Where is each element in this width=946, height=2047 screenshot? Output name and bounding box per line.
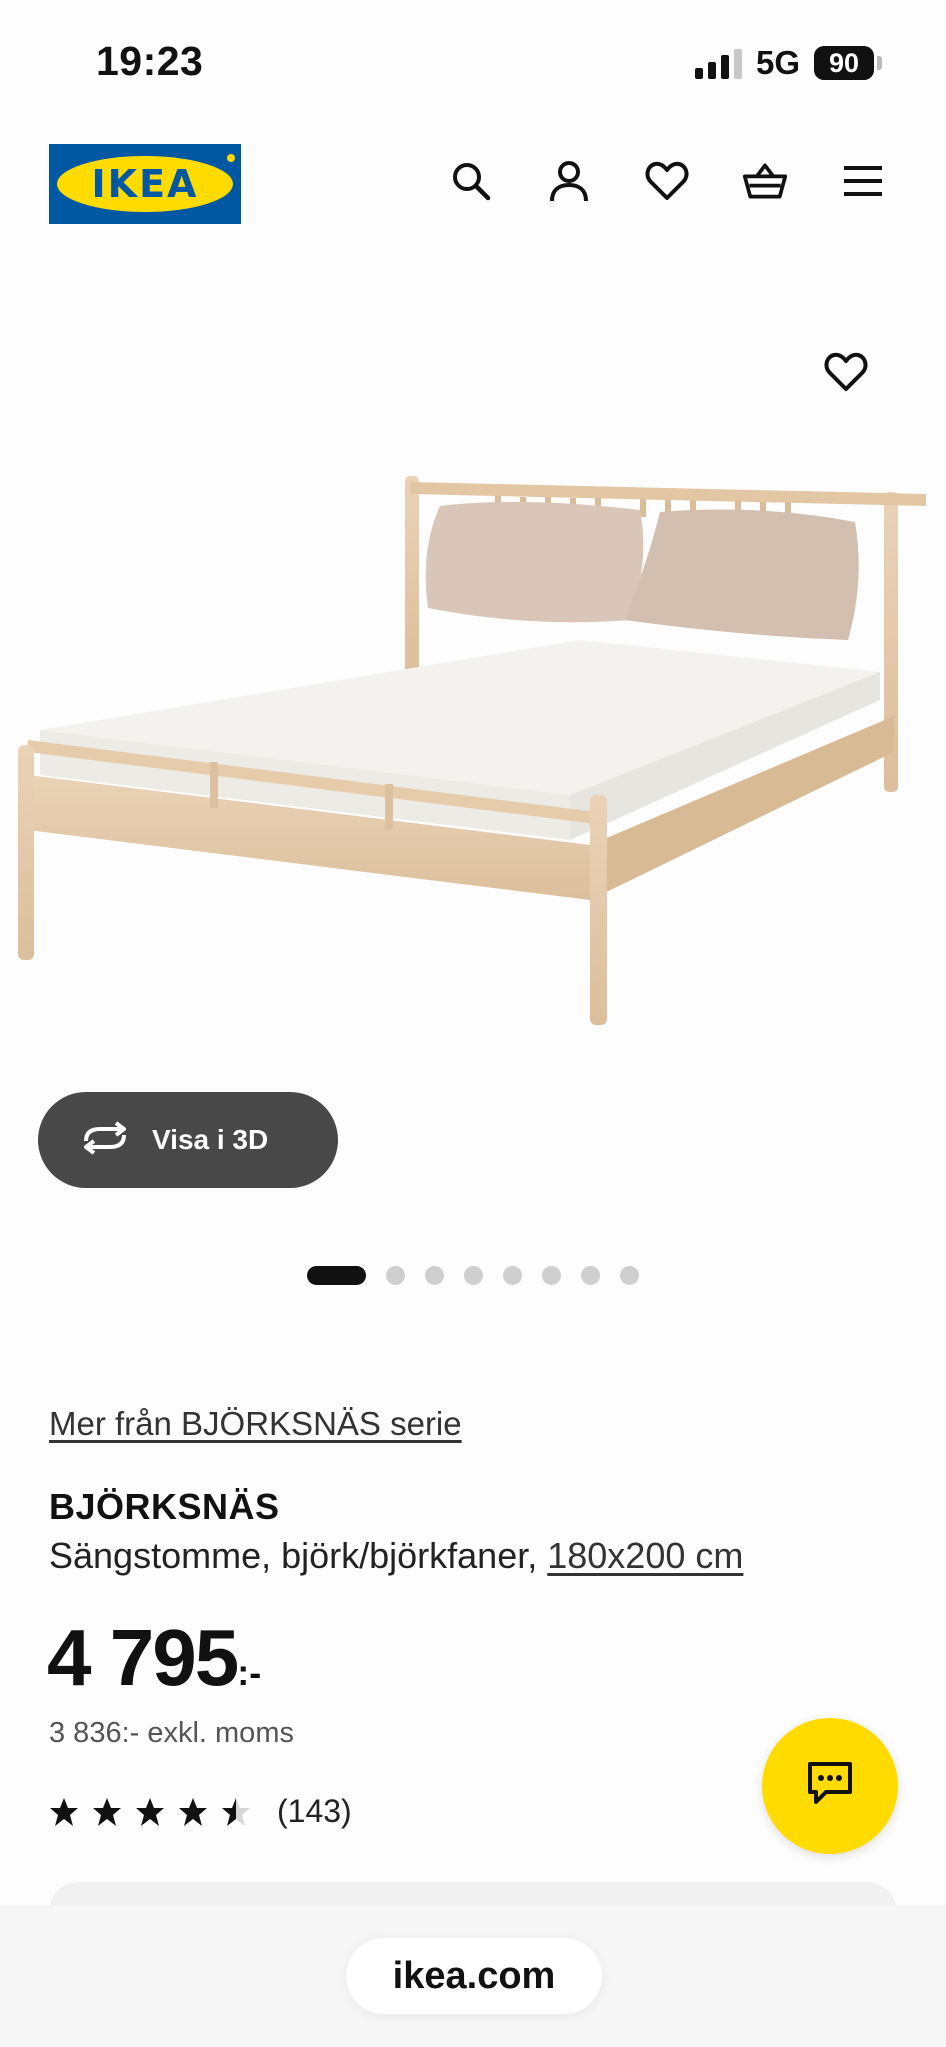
battery-icon: 90 [814,46,882,80]
product-rating[interactable]: (143) [49,1793,352,1830]
browser-url: ikea.com [392,1954,556,1997]
header-actions [448,158,886,204]
product-type: Sängstomme, björk/björkfaner, [49,1535,548,1576]
battery-level: 90 [814,46,874,80]
heart-icon[interactable] [644,158,690,204]
carousel-dot[interactable] [425,1266,444,1285]
carousel-dot[interactable] [542,1266,561,1285]
image-carousel-dots [307,1266,639,1285]
add-to-favourites-icon[interactable] [824,352,878,402]
star-icon [50,1797,78,1826]
search-icon[interactable] [448,158,494,204]
rotate-3d-icon [80,1120,130,1160]
carousel-dot[interactable] [307,1266,366,1285]
star-icon [93,1797,121,1826]
view-in-3d-button[interactable]: Visa i 3D [38,1092,338,1188]
menu-icon[interactable] [840,158,886,204]
rating-count: (143) [277,1793,352,1829]
carousel-dot[interactable] [581,1266,600,1285]
price-excl-vat: 3 836:- exkl. moms [49,1717,294,1749]
product-description: Sängstomme, björk/björkfaner, 180x200 cm [49,1535,743,1577]
star-icon [179,1797,207,1826]
rating-stars [49,1797,251,1827]
account-icon[interactable] [546,158,592,204]
carousel-dot[interactable] [386,1266,405,1285]
carousel-dot[interactable] [464,1266,483,1285]
status-indicators: 5G 90 [694,44,882,82]
star-icon [136,1797,164,1826]
carousel-dot[interactable] [620,1266,639,1285]
basket-icon[interactable] [742,158,788,204]
status-time: 19:23 [96,38,204,84]
status-bar: 19:23 5G 90 [0,0,946,120]
view-in-3d-label: Visa i 3D [152,1124,269,1155]
signal-icon [694,47,742,79]
product-price: 4 795 :- [47,1612,261,1704]
price-amount: 4 795 [47,1613,239,1702]
series-link[interactable]: Mer från BJÖRKSNÄS serie [49,1405,462,1443]
half-star-icon [222,1797,250,1826]
network-type: 5G [755,44,800,81]
logo-text: IKEA [91,162,199,206]
price-suffix: :- [237,1652,262,1693]
product-name: BJÖRKSNÄS [49,1486,280,1527]
ikea-logo[interactable]: IKEA [49,144,241,224]
carousel-dot[interactable] [503,1266,522,1285]
browser-url-bar[interactable]: ikea.com [346,1938,602,2014]
chat-icon [804,1760,856,1813]
size-link[interactable]: 180x200 cm [547,1535,743,1576]
site-header: IKEA [0,140,946,230]
chat-button[interactable] [762,1718,898,1854]
product-image[interactable] [0,440,946,1060]
